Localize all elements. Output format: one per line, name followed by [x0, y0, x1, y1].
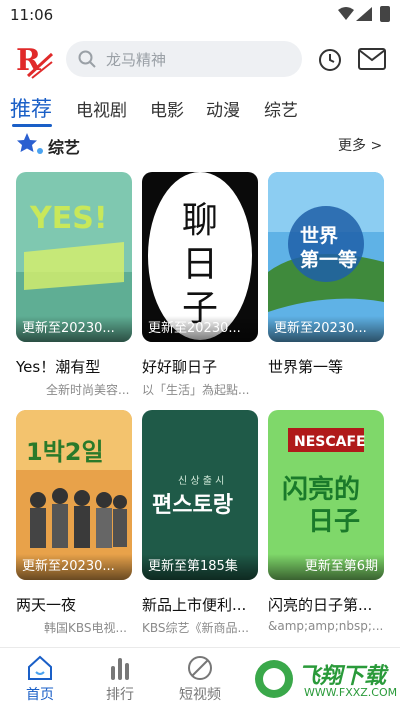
- show-title[interactable]: 闪亮的日子第...: [268, 594, 384, 615]
- watermark: 飞翔下载 WWW.FXXZ.COM: [248, 655, 398, 703]
- ranking-icon: [111, 658, 129, 680]
- show-subtitle: &amp;amp;nbsp;...: [268, 619, 384, 633]
- header: R 龙马精神: [0, 36, 400, 84]
- show-thumbnail[interactable]: 世界 第一等 更新至20230...: [268, 172, 384, 342]
- show-title[interactable]: 新品上市便利...: [142, 594, 258, 615]
- home-icon: [28, 655, 52, 680]
- nav-short-video-label: 短视频: [179, 687, 221, 703]
- svg-text:第一等: 第一等: [300, 248, 357, 271]
- tab-anime[interactable]: 动漫: [206, 96, 240, 121]
- update-label: 更新至第6期: [268, 554, 384, 580]
- show-subtitle: 全新时尚美容...: [46, 383, 130, 397]
- tab-underline: [12, 124, 52, 127]
- tab-tv-series[interactable]: 电视剧: [76, 96, 127, 121]
- show-thumbnail[interactable]: 聊 日 子 更新至20230...: [142, 172, 258, 342]
- svg-text:世界: 世界: [300, 225, 338, 247]
- more-link[interactable]: 更多 >: [338, 135, 382, 155]
- status-bar: 11:06: [0, 0, 400, 30]
- nav-home-label: 首页: [26, 687, 54, 703]
- status-time: 11:06: [10, 6, 54, 24]
- svg-text:편스토랑: 편스토랑: [152, 493, 233, 518]
- show-thumbnail[interactable]: 신 상 출 시 편스토랑 更新至第185集: [142, 410, 258, 580]
- section-title: 综艺: [48, 138, 81, 157]
- show-thumbnail[interactable]: 1박2일 更新至20230...: [16, 410, 132, 580]
- svg-text:闪亮的: 闪亮的: [282, 474, 360, 505]
- show-title[interactable]: Yes！潮有型: [16, 356, 132, 377]
- wifi-icon: [338, 7, 354, 20]
- update-label: 更新至第185集: [142, 554, 258, 580]
- show-card[interactable]: 世界 第一等 更新至20230... 世界第一等: [268, 172, 384, 381]
- search-placeholder: 龙马精神: [106, 50, 167, 69]
- mail-icon[interactable]: [358, 48, 386, 70]
- update-label: 更新至20230...: [268, 316, 384, 342]
- nav-home[interactable]: 首页: [10, 654, 70, 704]
- app-logo[interactable]: R: [14, 40, 54, 80]
- show-title[interactable]: 好好聊日子: [142, 356, 258, 377]
- svg-text:YES!: YES!: [29, 201, 108, 236]
- update-label: 更新至20230...: [16, 554, 132, 580]
- update-label: 更新至20230...: [16, 316, 132, 342]
- search-icon: [78, 50, 96, 68]
- svg-text:NESCAFE: NESCAFE: [294, 434, 366, 450]
- category-tabs: 推荐 电视剧 电影 动漫 综艺: [0, 86, 400, 128]
- history-icon[interactable]: [318, 48, 342, 72]
- show-subtitle: 韩国KBS电视...: [44, 621, 127, 635]
- svg-text:신 상 출 시: 신 상 출 시: [178, 475, 224, 487]
- show-title[interactable]: 世界第一等: [268, 356, 384, 377]
- svg-text:日: 日: [182, 244, 218, 285]
- show-title[interactable]: 两天一夜: [16, 594, 132, 615]
- signal-icon: [356, 7, 372, 21]
- search-bar[interactable]: 龙马精神: [66, 41, 302, 77]
- star-icon: [17, 133, 43, 154]
- tab-recommend[interactable]: 推荐: [10, 93, 52, 123]
- update-label: 更新至20230...: [142, 316, 258, 342]
- show-subtitle: KBS综艺《新商品...: [142, 621, 249, 635]
- tab-variety[interactable]: 综艺: [264, 96, 298, 121]
- svg-text:聊: 聊: [182, 200, 218, 241]
- show-card[interactable]: 1박2일 更新至20230... 两天一夜 韩国KBS电视...: [16, 410, 132, 636]
- show-card[interactable]: NESCAFE 闪亮的 日子 更新至第6期 闪亮的日子第... &amp;amp…: [268, 410, 384, 633]
- show-subtitle: 以「生活」為起點...: [142, 383, 250, 397]
- svg-text:日子: 日子: [308, 507, 360, 537]
- svg-text:1박2일: 1박2일: [26, 438, 104, 466]
- show-thumbnail[interactable]: NESCAFE 闪亮的 日子 更新至第6期: [268, 410, 384, 580]
- watermark-sub: WWW.FXXZ.COM: [304, 686, 398, 699]
- short-video-icon: [188, 656, 212, 680]
- watermark-logo: [255, 660, 293, 698]
- show-card[interactable]: 신 상 출 시 편스토랑 更新至第185集 新品上市便利... KBS综艺《新商…: [142, 410, 258, 636]
- section-header: 综艺 更多 >: [0, 130, 400, 160]
- show-thumbnail[interactable]: YES! 更新至20230...: [16, 172, 132, 342]
- battery-icon: [380, 6, 390, 22]
- show-card[interactable]: YES! 更新至20230... Yes！潮有型 全新时尚美容...: [16, 172, 132, 398]
- tab-movies[interactable]: 电影: [150, 96, 184, 121]
- nav-short-video[interactable]: 短视频: [170, 654, 230, 704]
- nav-ranking-label: 排行: [106, 687, 134, 703]
- show-card[interactable]: 聊 日 子 更新至20230... 好好聊日子 以「生活」為起點...: [142, 172, 258, 398]
- nav-ranking[interactable]: 排行: [90, 654, 150, 704]
